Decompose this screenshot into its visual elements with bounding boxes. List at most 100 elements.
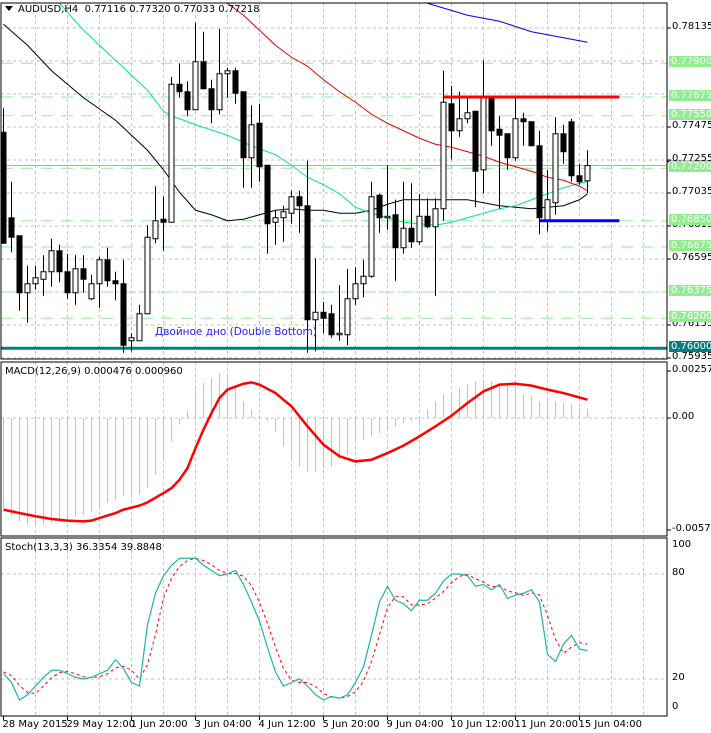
bull-candle[interactable]	[344, 298, 351, 336]
bear-candle[interactable]	[296, 196, 303, 207]
macd-tick-label: 0.002575	[672, 364, 711, 375]
bear-candle[interactable]	[472, 110, 479, 172]
bear-candle[interactable]	[560, 133, 567, 153]
bull-candle[interactable]	[224, 70, 231, 75]
level-label: 0.77900	[669, 56, 711, 68]
bull-candle[interactable]	[416, 215, 423, 243]
bear-candle[interactable]	[208, 88, 215, 111]
bear-candle[interactable]	[408, 227, 415, 243]
macd-tick-label: -0.0057	[672, 523, 711, 534]
bull-candle[interactable]	[192, 61, 199, 111]
bull-candle[interactable]	[464, 112, 471, 120]
bull-candle[interactable]	[96, 259, 103, 285]
bear-candle[interactable]	[264, 164, 271, 225]
bull-candle[interactable]	[24, 283, 31, 294]
time-axis-label: 4 Jun 12:00	[258, 719, 316, 730]
level-label: 0.77200	[669, 161, 711, 173]
bear-candle[interactable]	[520, 118, 527, 123]
bear-candle[interactable]	[64, 271, 71, 294]
bear-candle[interactable]	[176, 83, 183, 93]
bear-candle[interactable]	[56, 250, 63, 273]
bull-candle[interactable]	[216, 73, 223, 111]
bear-candle[interactable]	[120, 283, 127, 346]
open-value: 0.77116	[84, 4, 127, 15]
bull-candle[interactable]	[168, 83, 175, 223]
bull-candle[interactable]	[248, 124, 255, 159]
bear-candle[interactable]	[496, 128, 503, 136]
time-axis-label: 11 Jun 20:00	[514, 719, 579, 730]
bear-candle[interactable]	[376, 194, 383, 219]
bull-candle[interactable]	[32, 277, 39, 285]
bull-candle[interactable]	[512, 118, 519, 159]
bear-candle[interactable]	[424, 215, 431, 228]
bear-candle[interactable]	[0, 131, 7, 244]
bear-candle[interactable]	[240, 91, 247, 159]
bull-candle[interactable]	[544, 199, 551, 222]
bear-candle[interactable]	[304, 205, 311, 321]
price-tick-label: 0.75935	[672, 351, 711, 362]
time-axis-label: 15 Jun 04:00	[578, 719, 643, 730]
bull-candle[interactable]	[88, 283, 95, 300]
bull-candle[interactable]	[400, 227, 407, 249]
bull-candle[interactable]	[152, 220, 159, 240]
bull-candle[interactable]	[336, 332, 343, 336]
bull-candle[interactable]	[352, 283, 359, 300]
price-tick-label: 0.78135	[672, 21, 711, 32]
bear-candle[interactable]	[504, 133, 511, 159]
bear-candle[interactable]	[104, 259, 111, 282]
bull-candle[interactable]	[72, 268, 79, 294]
dropdown-triangle-icon[interactable]	[5, 6, 13, 11]
bear-candle[interactable]	[200, 61, 207, 90]
bear-candle[interactable]	[184, 91, 191, 111]
bear-candle[interactable]	[8, 217, 15, 238]
bear-candle[interactable]	[160, 218, 167, 223]
level-label: 0.76375	[669, 285, 711, 296]
bear-candle[interactable]	[328, 313, 335, 336]
high-value: 0.77320	[129, 4, 171, 15]
bull-candle[interactable]	[368, 196, 375, 277]
bull-candle[interactable]	[40, 271, 47, 280]
stoch-tick-label: 80	[672, 567, 685, 578]
macd-tick-label: 0.00	[672, 411, 695, 422]
bull-candle[interactable]	[360, 275, 367, 285]
bear-candle[interactable]	[232, 70, 239, 94]
bear-candle[interactable]	[528, 121, 535, 147]
close-value: 0.77218	[218, 4, 260, 15]
bull-candle[interactable]	[584, 165, 591, 182]
bull-candle[interactable]	[280, 211, 287, 219]
bear-candle[interactable]	[568, 121, 575, 177]
bull-candle[interactable]	[144, 236, 151, 315]
bull-candle[interactable]	[128, 337, 135, 342]
indicator-panel-border	[0, 361, 668, 537]
bull-candle[interactable]	[432, 208, 439, 228]
level-label: 0.76850	[669, 213, 711, 225]
level-label: 0.76675	[669, 240, 711, 251]
bull-candle[interactable]	[456, 118, 463, 132]
bear-candle[interactable]	[320, 311, 327, 319]
indicator-panel-border	[0, 2, 668, 360]
bear-candle[interactable]	[112, 280, 119, 285]
bull-candle[interactable]	[312, 311, 319, 321]
bull-candle[interactable]	[288, 196, 295, 214]
price-tick-label: 0.77035	[672, 186, 711, 197]
bear-candle[interactable]	[16, 235, 23, 294]
chart-header: AUDUSD,H4 0.77116 0.77320 0.77033 0.7721…	[5, 4, 260, 15]
bear-candle[interactable]	[80, 268, 87, 280]
bull-candle[interactable]	[272, 217, 279, 223]
bear-candle[interactable]	[392, 214, 399, 249]
time-axis-label: 29 May 12:00	[66, 719, 136, 730]
bull-candle[interactable]	[480, 97, 487, 171]
bull-candle[interactable]	[136, 313, 143, 342]
bull-candle[interactable]	[384, 215, 391, 219]
symbol-label: AUDUSD,H4	[18, 4, 79, 15]
stoch-label: Stoch(13,3,3) 36.3354 39.8848	[5, 542, 162, 553]
bear-candle[interactable]	[256, 122, 263, 168]
bear-candle[interactable]	[488, 97, 495, 132]
bear-candle[interactable]	[576, 175, 583, 183]
bear-candle[interactable]	[448, 103, 455, 132]
bull-candle[interactable]	[440, 101, 447, 210]
bear-candle[interactable]	[536, 145, 543, 219]
bull-candle[interactable]	[48, 250, 55, 273]
bull-candle[interactable]	[552, 133, 559, 204]
time-axis-label: 5 Jun 20:00	[322, 719, 380, 730]
